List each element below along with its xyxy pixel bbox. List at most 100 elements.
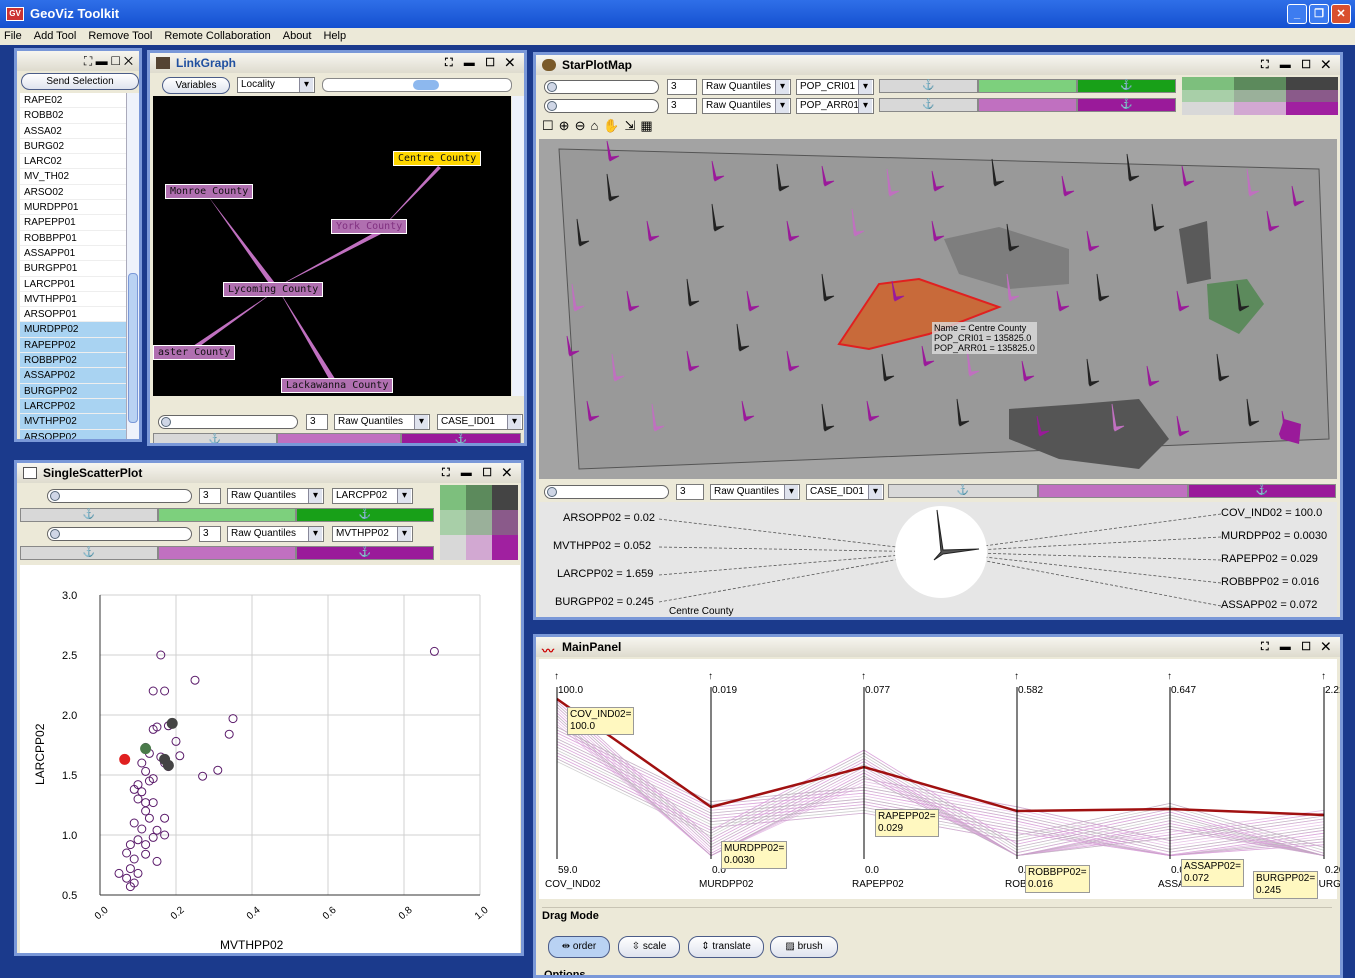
x-class-count[interactable]: 3 [199, 488, 221, 504]
linkgraph-method-dropdown[interactable]: Raw Quantiles [334, 414, 430, 430]
linkgraph-vscroll[interactable] [512, 96, 524, 396]
variable-list-item[interactable]: MURDPP02 [20, 322, 128, 338]
map-canvas[interactable]: Name = Centre County POP_CRI01 = 135825.… [539, 139, 1337, 479]
bottom-class-slider[interactable] [544, 485, 669, 499]
row2-count[interactable]: 3 [667, 98, 697, 114]
menu-file[interactable]: File [4, 28, 22, 45]
row2-color-mid[interactable] [978, 98, 1077, 112]
variable-list-item[interactable]: BURGPP01 [20, 261, 128, 277]
x-color-high[interactable]: ⚓ [296, 508, 434, 522]
scatter-plot-area[interactable]: 0.0 0.2 0.4 0.6 0.8 1.0 3.0 2.5 2.0 1.5 1.0 0.5 MVTH… [20, 565, 520, 955]
row2-color-high[interactable]: ⚓ [1077, 98, 1176, 112]
linkgraph-class-slider[interactable] [158, 415, 298, 429]
pan-hand-icon[interactable]: ✋ [603, 118, 624, 133]
bottom-method-dropdown[interactable]: Raw Quantiles [710, 484, 800, 500]
bottom-color-mid[interactable] [1038, 484, 1188, 498]
variable-list-item[interactable]: LARC02 [20, 154, 128, 170]
translate-button[interactable]: ⇕ translate [688, 936, 764, 958]
node-york-county[interactable]: York County [331, 219, 408, 234]
variable-list-item[interactable]: ARSOPP01 [20, 307, 128, 323]
variable-list-item[interactable]: LARCPP01 [20, 276, 128, 292]
variable-list[interactable]: RAPE02 ROBB02 ASSA02 BURG02 LARC02 MV_TH02 ARS… [20, 93, 128, 439]
menu-remove-tool[interactable]: Remove Tool [88, 28, 152, 45]
locality-dropdown[interactable]: Locality [237, 77, 315, 93]
order-button[interactable]: ⇹ order [548, 936, 610, 958]
select-tool-icon[interactable]: ☐ [542, 118, 559, 133]
row1-field-dropdown[interactable]: POP_CRI01 [796, 79, 874, 95]
x-color-low[interactable]: ⚓ [20, 508, 158, 522]
minimize-button[interactable]: _ [1287, 4, 1307, 24]
variables-button[interactable]: Variables [162, 77, 230, 94]
variable-list-item[interactable]: RAPEPP01 [20, 215, 128, 231]
scatter-svg[interactable]: 0.0 0.2 0.4 0.6 0.8 1.0 3.0 2.5 2.0 1.5 1.0 0.5 MVTH… [20, 565, 520, 955]
node-lycoming-county[interactable]: Lycoming County [223, 282, 324, 297]
variable-list-item[interactable]: ARSOPP02 [20, 429, 128, 439]
linkgraph-color-mid[interactable] [277, 433, 401, 443]
maximize-button[interactable]: ❐ [1309, 4, 1329, 24]
row2-field-dropdown[interactable]: POP_ARR01 [796, 98, 874, 114]
bottom-field-dropdown[interactable]: CASE_ID01 [806, 484, 884, 500]
row2-method-dropdown[interactable]: Raw Quantiles [702, 98, 791, 114]
panel-controls[interactable]: ⛶ ▬ ☐ ✕ [445, 53, 518, 73]
row1-count[interactable]: 3 [667, 79, 697, 95]
y-color-mid[interactable] [158, 546, 296, 560]
linkgraph-hscroll[interactable] [322, 78, 512, 92]
variable-list-item[interactable]: RAPEPP02 [20, 337, 128, 354]
variable-list-scrollbar[interactable] [126, 93, 139, 439]
variable-list-item[interactable]: MVTHPP02 [20, 414, 128, 430]
zoom-out-icon[interactable]: ⊖ [575, 118, 591, 133]
linkgraph-class-count[interactable]: 3 [306, 414, 328, 430]
variable-list-item[interactable]: ARSO02 [20, 184, 128, 201]
node-lancaster-county[interactable]: aster County [153, 345, 236, 360]
bottom-color-high[interactable]: ⚓ [1188, 484, 1336, 498]
menu-add-tool[interactable]: Add Tool [34, 28, 77, 45]
y-var-dropdown[interactable]: LARCPP02 [332, 488, 413, 504]
variable-list-item[interactable]: MURDPP01 [20, 200, 128, 216]
bottom-color-low[interactable]: ⚓ [888, 484, 1038, 498]
variable-list-item[interactable]: MV_TH02 [20, 169, 128, 185]
hscroll-thumb[interactable] [413, 80, 439, 90]
row1-color-low[interactable]: ⚓ [879, 79, 978, 93]
row1-color-high[interactable]: ⚓ [1077, 79, 1176, 93]
y-color-low[interactable]: ⚓ [20, 546, 158, 560]
linkgraph-color-high[interactable]: ⚓ [401, 433, 521, 443]
panel-controls[interactable]: ⛶ ▬ ☐ ✕ [1261, 55, 1334, 75]
x-class-slider[interactable] [47, 489, 192, 503]
variable-list-item[interactable]: ASSAPP02 [20, 368, 128, 384]
x-var-dropdown[interactable]: MVTHPP02 [332, 526, 413, 542]
linkgraph-field-dropdown[interactable]: CASE_ID01 [437, 414, 523, 430]
linkgraph-canvas[interactable]: Centre County Monroe County York County … [153, 96, 511, 396]
node-monroe-county[interactable]: Monroe County [165, 184, 254, 199]
menu-help[interactable]: Help [323, 28, 346, 45]
grid-icon[interactable]: ▦ [640, 118, 657, 133]
variable-list-item[interactable]: BURG02 [20, 138, 128, 155]
variable-list-item[interactable]: ROBB02 [20, 108, 128, 124]
variable-list-item[interactable]: ROBBPP01 [20, 230, 128, 246]
panel-controls[interactable]: ⛶ ▬ ☐ ✕ [442, 463, 515, 483]
bottom-class-count[interactable]: 3 [676, 484, 704, 500]
menu-remote-collaboration[interactable]: Remote Collaboration [164, 28, 270, 45]
node-centre-county[interactable]: Centre County [393, 151, 482, 166]
parallel-coords-area[interactable]: ↑ 100.0 59.0 COV_IND02 ↑ 0.019 0.0 MURDPP02 ↑ 0.0… [539, 659, 1340, 899]
row1-color-mid[interactable] [978, 79, 1077, 93]
home-icon[interactable]: ⌂ [590, 118, 603, 133]
x-color-mid[interactable] [158, 508, 296, 522]
variable-list-item[interactable]: BURGPP02 [20, 383, 128, 399]
row1-slider[interactable] [544, 80, 659, 94]
row2-slider[interactable] [544, 99, 659, 113]
panel-controls[interactable]: ⛶ ▬ ☐ ✕ [84, 51, 133, 71]
menu-about[interactable]: About [283, 28, 312, 45]
extent-icon[interactable]: ⇲ [625, 118, 641, 133]
send-selection-button[interactable]: Send Selection [21, 73, 139, 90]
close-button[interactable]: ✕ [1331, 4, 1351, 24]
variable-list-item[interactable]: ASSAPP01 [20, 245, 128, 262]
row1-method-dropdown[interactable]: Raw Quantiles [702, 79, 791, 95]
variable-list-item[interactable]: RAPE02 [20, 93, 128, 109]
zoom-in-icon[interactable]: ⊕ [559, 118, 575, 133]
scrollbar-thumb[interactable] [128, 273, 138, 423]
variable-list-item[interactable]: ASSA02 [20, 123, 128, 139]
variable-list-item[interactable]: MVTHPP01 [20, 291, 128, 308]
variable-list-item[interactable]: LARCPP02 [20, 398, 128, 415]
panel-controls[interactable]: ⛶ ▬ ☐ ✕ [1261, 637, 1334, 657]
y-color-high[interactable]: ⚓ [296, 546, 434, 560]
